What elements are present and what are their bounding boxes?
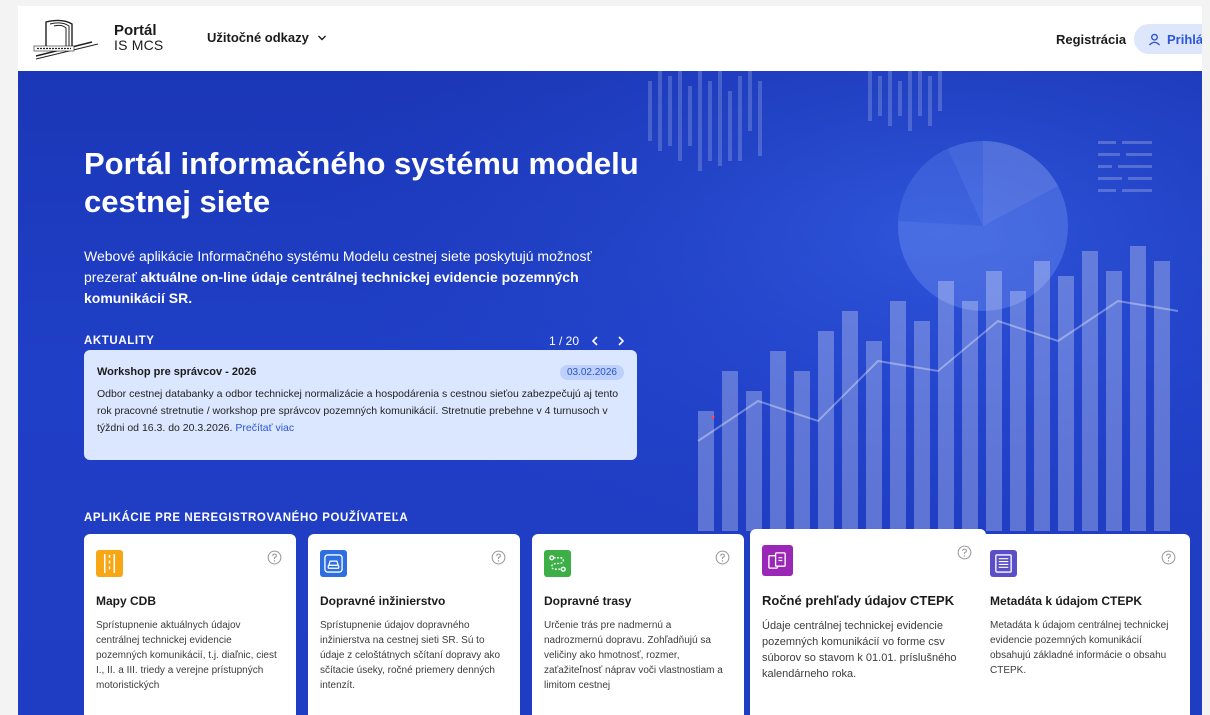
help-icon[interactable] bbox=[267, 550, 282, 565]
app-card-text: Údaje centrálnej technickej evidencie po… bbox=[762, 620, 957, 680]
app-card-text: Sprístupnenie aktuálnych údajov centráln… bbox=[96, 620, 277, 691]
useful-links-label: Užitočné odkazy bbox=[207, 30, 309, 45]
logo-subtitle: IS MCS bbox=[114, 37, 164, 53]
app-card-title: Ročné prehľady údajov CTEPK bbox=[762, 593, 955, 608]
browser-frame: Portál IS MCS Užitočné odkazy Registráci… bbox=[0, 0, 1210, 715]
app-card-dopravne-trasy[interactable]: Dopravné trasy Určenie trás pre nadmernú… bbox=[532, 534, 744, 715]
chevron-right-icon bbox=[618, 336, 625, 346]
app-card-title: Dopravné inžinierstvo bbox=[320, 594, 446, 608]
news-section-label: AKTUALITY bbox=[84, 335, 155, 347]
news-pager-count: 1 / 20 bbox=[549, 334, 580, 348]
route-icon bbox=[544, 550, 571, 577]
app-card-dopravne-inzinierstvo[interactable]: Dopravné inžinierstvo Sprístupnenie údaj… bbox=[308, 534, 520, 715]
app-card-metadata[interactable]: Metadáta k údajom CTEPK Metadáta k údajo… bbox=[978, 534, 1190, 715]
news-body: Odbor cestnej databanky a odbor technick… bbox=[97, 388, 619, 434]
app-card-text: Sprístupnenie údajov dopravného inžinier… bbox=[320, 620, 501, 691]
login-label: Prihlás bbox=[1167, 31, 1202, 47]
site-header: Portál IS MCS Užitočné odkazy Registráci… bbox=[18, 6, 1202, 71]
help-icon[interactable] bbox=[1161, 550, 1176, 565]
car-icon bbox=[320, 550, 347, 577]
help-icon[interactable] bbox=[491, 550, 506, 565]
help-icon[interactable] bbox=[957, 545, 972, 560]
app-card-rocne-prehlady[interactable]: Ročné prehľady údajov CTEPK Údaje centrá… bbox=[750, 529, 986, 715]
news-next-button[interactable] bbox=[611, 334, 631, 348]
page-title: Portál informačného systému modelu cestn… bbox=[84, 146, 639, 219]
app-card-text: Metadáta k údajom centrálnej technickej … bbox=[990, 620, 1169, 676]
news-card: Workshop pre správcov - 2026 03.02.2026 … bbox=[84, 350, 637, 460]
chevron-left-icon bbox=[591, 336, 598, 346]
hero-description: Webové aplikácie Informačného systému Mo… bbox=[84, 246, 644, 309]
register-link[interactable]: Registrácia bbox=[1056, 32, 1126, 47]
news-pager: 1 / 20 bbox=[549, 334, 631, 348]
app-card-title: Dopravné trasy bbox=[544, 594, 632, 608]
news-date-badge: 03.02.2026 bbox=[559, 364, 624, 380]
logo-title: Portál bbox=[114, 22, 157, 39]
login-button[interactable]: Prihlás bbox=[1134, 24, 1202, 54]
hero-section: Portál informačného systému modelu cestn… bbox=[18, 71, 1202, 715]
app-card-text: Určenie trás pre nadmernú a nadrozmernú … bbox=[544, 620, 723, 691]
hero-description-bold: aktuálne on-line údaje centrálnej techni… bbox=[84, 269, 579, 306]
app-card-title: Mapy CDB bbox=[96, 594, 157, 608]
read-more-link[interactable]: Prečítať viac bbox=[235, 422, 294, 434]
useful-links-menu[interactable]: Užitočné odkazy bbox=[207, 30, 327, 45]
app-card-mapy-cdb[interactable]: Mapy CDB Sprístupnenie aktuálnych údajov… bbox=[84, 534, 296, 715]
chevron-down-icon bbox=[317, 35, 326, 40]
page: Portál IS MCS Užitočné odkazy Registráci… bbox=[18, 6, 1202, 715]
news-text: Odbor cestnej databanky a odbor technick… bbox=[97, 386, 624, 437]
site-logo[interactable]: Portál IS MCS bbox=[32, 13, 172, 63]
ssc-logo-icon bbox=[33, 19, 99, 60]
app-card-title: Metadáta k údajom CTEPK bbox=[990, 594, 1143, 608]
news-prev-button[interactable] bbox=[585, 334, 605, 348]
user-icon bbox=[1148, 33, 1161, 46]
documents-icon bbox=[762, 545, 793, 576]
apps-section-label: APLIKÁCIE PRE NEREGISTROVANÉHO POUŽÍVATE… bbox=[84, 512, 409, 524]
news-title: Workshop pre správcov - 2026 bbox=[97, 366, 257, 378]
help-icon[interactable] bbox=[715, 550, 730, 565]
road-icon bbox=[96, 550, 123, 577]
list-document-icon bbox=[990, 550, 1017, 577]
